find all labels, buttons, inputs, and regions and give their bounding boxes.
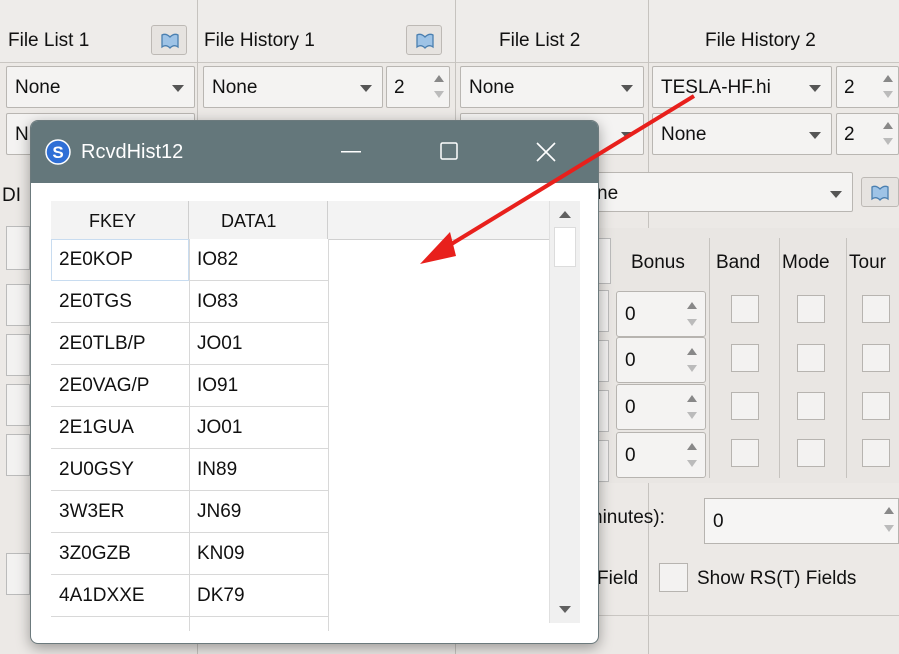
annotation-arrow-icon: [420, 94, 696, 264]
